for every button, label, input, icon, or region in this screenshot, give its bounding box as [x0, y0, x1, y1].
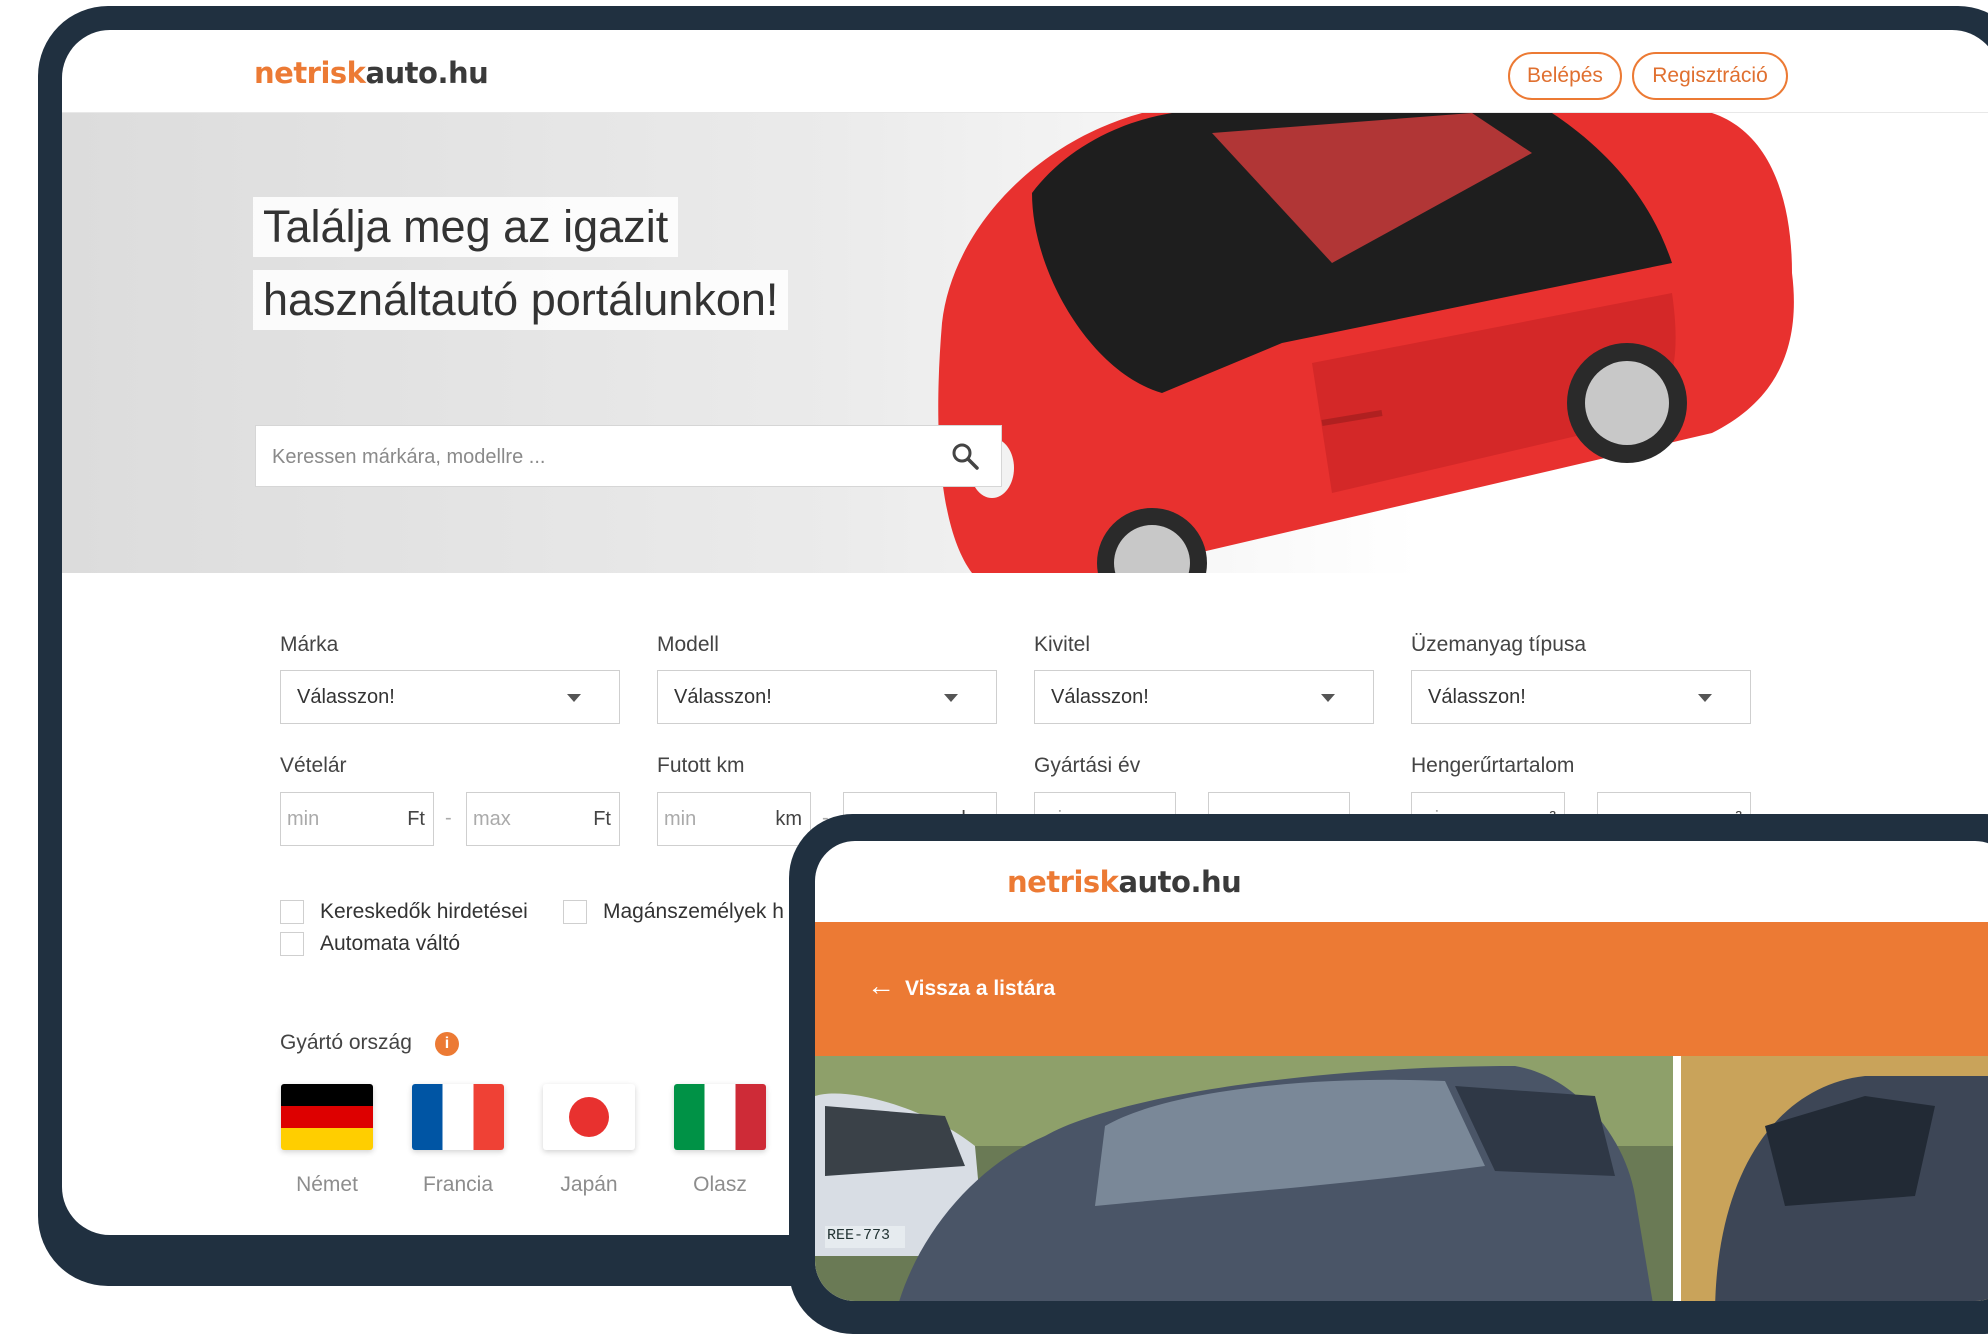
vetelar-min-placeholder: min: [287, 808, 320, 830]
search-icon[interactable]: [951, 442, 979, 470]
hero-headline-line2: használtautó portálunkon!: [253, 270, 789, 330]
car-photo-gallery[interactable]: [815, 1056, 1988, 1301]
logo-brand: netrisk: [254, 56, 366, 90]
login-button[interactable]: Belépés: [1508, 52, 1622, 100]
gyartasi-ev-label: Gyártási év: [1034, 754, 1141, 777]
register-button[interactable]: Regisztráció: [1632, 52, 1788, 100]
back-arrow-icon: ←: [867, 970, 895, 1001]
detail-screen: netriskauto.hu ← Vissza a listára REE-773: [815, 841, 1988, 1301]
vetelar-max-placeholder: max: [473, 808, 511, 830]
kivitel-label: Kivitel: [1034, 633, 1091, 656]
vetelar-min-input[interactable]: min Ft: [280, 792, 434, 846]
futott-km-min-unit: km: [775, 808, 802, 830]
kivitel-select[interactable]: Válasszon!: [1034, 670, 1374, 724]
site-logo[interactable]: netriskauto.hu: [254, 56, 489, 90]
automatic-checkbox-label: Automata váltó: [320, 932, 461, 955]
hengerurtartalom-label: Hengerűrtartalom: [1411, 754, 1575, 777]
kivitel-value: Válasszon!: [1051, 686, 1149, 708]
dropdown-arrow-icon: [567, 694, 581, 702]
vetelar-max-unit: Ft: [593, 808, 611, 830]
modell-select[interactable]: Válasszon!: [657, 670, 997, 724]
marka-select[interactable]: Válasszon!: [280, 670, 620, 724]
private-checkbox[interactable]: [563, 900, 587, 924]
red-car-image: [938, 113, 1794, 573]
range-dash: -: [445, 807, 452, 829]
flag-italy[interactable]: [674, 1084, 766, 1150]
dropdown-arrow-icon: [1698, 694, 1712, 702]
info-icon[interactable]: i: [435, 1032, 459, 1056]
vetelar-label: Vételár: [280, 754, 347, 777]
futott-km-label: Futott km: [657, 754, 745, 777]
flag-japan[interactable]: [543, 1084, 635, 1150]
info-icon-glyph: i: [444, 1035, 450, 1052]
logo-brand: netrisk: [1007, 865, 1119, 899]
dropdown-arrow-icon: [1321, 694, 1335, 702]
uzemanyag-value: Válasszon!: [1428, 686, 1526, 708]
futott-km-min-placeholder: min: [664, 808, 697, 830]
flag-france[interactable]: [412, 1084, 504, 1150]
search-placeholder: Keressen márkára, modellre ...: [272, 446, 546, 468]
detail-site-logo[interactable]: netriskauto.hu: [1007, 865, 1242, 899]
back-to-list-label: Vissza a listára: [905, 977, 1056, 1000]
modell-value: Válasszon!: [674, 686, 772, 708]
vetelar-min-unit: Ft: [407, 808, 425, 830]
license-plate: REE-773: [827, 1227, 891, 1244]
country-name-italian: Olasz: [693, 1173, 747, 1196]
logo-domain: auto.hu: [1118, 865, 1242, 899]
vetelar-max-input[interactable]: max Ft: [466, 792, 620, 846]
detail-orange-bar: ← Vissza a listára: [815, 922, 1988, 1056]
flag-germany[interactable]: [281, 1084, 373, 1150]
japan-sun: [569, 1097, 609, 1137]
marka-value: Válasszon!: [297, 686, 395, 708]
hero-banner: Találja meg az igazit használtautó portá…: [62, 113, 1988, 573]
automatic-checkbox[interactable]: [280, 932, 304, 956]
futott-km-min-input[interactable]: min km: [657, 792, 811, 846]
country-section-title: Gyártó ország: [280, 1031, 412, 1054]
country-name-german: Német: [296, 1173, 358, 1196]
search-input[interactable]: Keressen márkára, modellre ...: [255, 425, 1002, 487]
dropdown-arrow-icon: [944, 694, 958, 702]
back-to-list-link[interactable]: ← Vissza a listára: [867, 970, 1055, 1002]
logo-domain: auto.hu: [365, 56, 489, 90]
country-name-french: Francia: [422, 1173, 494, 1196]
marka-label: Márka: [280, 633, 339, 656]
dealers-checkbox-label: Kereskedők hirdetései: [320, 900, 528, 923]
uzemanyag-label: Üzemanyag típusa: [1411, 633, 1587, 656]
modell-label: Modell: [657, 633, 719, 656]
hero-headline-line1: Találja meg az igazit: [253, 197, 679, 257]
private-checkbox-label: Magánszemélyek h: [603, 900, 784, 923]
uzemanyag-select[interactable]: Válasszon!: [1411, 670, 1751, 724]
country-name-japanese: Japán: [560, 1173, 618, 1196]
dealers-checkbox[interactable]: [280, 900, 304, 924]
